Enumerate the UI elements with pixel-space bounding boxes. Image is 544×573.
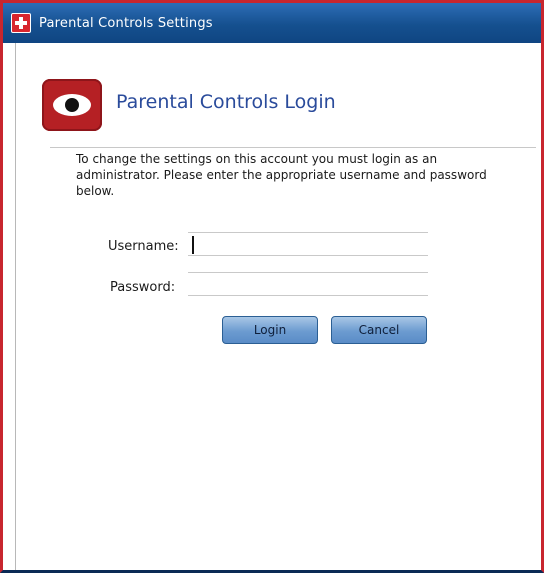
dialog-content: Parental Controls Login To change the se… bbox=[15, 43, 541, 570]
parental-controls-window: Parental Controls Settings Parental Cont… bbox=[0, 0, 544, 573]
password-label: Password: bbox=[110, 280, 176, 295]
page-title: Parental Controls Login bbox=[116, 91, 336, 113]
window-title: Parental Controls Settings bbox=[39, 15, 213, 31]
eye-white bbox=[53, 94, 91, 116]
instructions-text: To change the settings on this account y… bbox=[76, 152, 487, 198]
login-button[interactable]: Login bbox=[222, 316, 318, 344]
eye-icon bbox=[42, 79, 102, 131]
header-divider bbox=[50, 147, 536, 148]
text-caret bbox=[192, 236, 194, 254]
password-field[interactable] bbox=[188, 272, 428, 296]
eye-pupil bbox=[65, 98, 79, 112]
red-cross-icon bbox=[11, 13, 31, 33]
title-bar[interactable]: Parental Controls Settings bbox=[3, 3, 541, 43]
username-label: Username: bbox=[108, 239, 179, 254]
cancel-button[interactable]: Cancel bbox=[331, 316, 427, 344]
username-field[interactable] bbox=[188, 232, 428, 256]
